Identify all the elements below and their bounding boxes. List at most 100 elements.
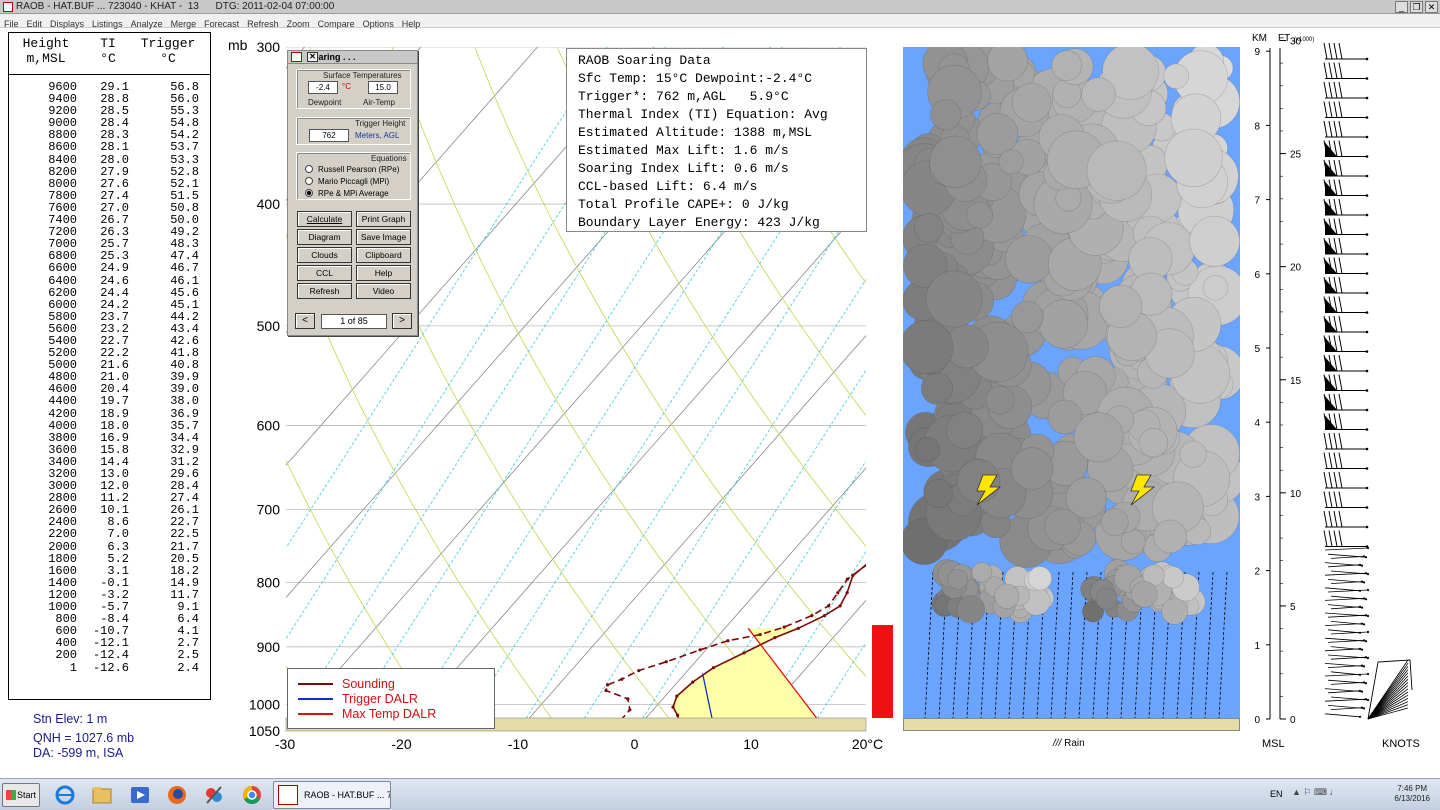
cell-trigger: 52.8 xyxy=(170,164,199,179)
menu-listings[interactable]: Listings xyxy=(88,18,127,29)
save-image-button[interactable]: Save Image xyxy=(356,229,411,245)
rain-streak xyxy=(1064,571,1074,718)
menu-forecast[interactable]: Forecast xyxy=(200,18,243,29)
trigger-height-input[interactable]: 762 xyxy=(309,129,349,142)
wind-barb-staff xyxy=(1327,640,1365,643)
wind-barb-point xyxy=(1365,116,1369,119)
table-row: 3800 16.9 34.4 xyxy=(9,432,210,444)
video-button[interactable]: Video xyxy=(356,283,411,299)
print-graph-button[interactable]: Print Graph xyxy=(356,211,411,227)
temperature-tick-label: 0 xyxy=(631,736,639,752)
menu-compare[interactable]: Compare xyxy=(314,18,359,29)
restore-button[interactable]: ❐ xyxy=(1410,1,1423,13)
close-button[interactable]: ✕ xyxy=(1425,1,1438,13)
cloud-puff xyxy=(1086,140,1147,201)
info-sfc-temp: Sfc Temp: 15°C Dewpoint:-2.4°C xyxy=(578,71,813,86)
wind-barb-feather xyxy=(1338,374,1343,391)
wind-barb-point xyxy=(1366,572,1370,576)
info-ti-equation: Thermal Index (TI) Equation: Avg xyxy=(578,107,828,122)
airtemp-input[interactable]: 15.0 xyxy=(368,81,398,94)
wind-barb-point xyxy=(1362,555,1366,558)
dialog-close-button[interactable]: ✕ xyxy=(307,52,318,62)
wind-barb-point xyxy=(1365,467,1369,470)
cloud-puff xyxy=(1095,587,1118,610)
cell-ti: 24.9 xyxy=(100,261,129,276)
calculate-button[interactable]: Calculate xyxy=(297,211,352,227)
wind-barb-feather xyxy=(1338,276,1343,294)
wind-barb-point xyxy=(1365,57,1369,61)
km-tick-label: 5 xyxy=(1254,344,1260,355)
wind-barb-point xyxy=(1358,689,1362,692)
cloud-puff xyxy=(1081,77,1116,112)
wind-barb-feather xyxy=(1333,120,1338,138)
cell-ti: 5.2 xyxy=(107,551,129,566)
start-button[interactable]: Start xyxy=(2,783,40,807)
radio-mario-piccagli[interactable]: Mario Piccagli (MPi) xyxy=(305,177,389,186)
temp-unit-label: °C xyxy=(342,82,351,91)
wind-barb-point xyxy=(1365,213,1369,217)
cloud-puff xyxy=(1044,508,1081,545)
col-trigger-unit: °C xyxy=(160,51,176,66)
wind-barb-point xyxy=(1364,640,1368,643)
dialog-titlebar[interactable]: Soaring . . . ✕ xyxy=(288,51,417,64)
wind-barb-point xyxy=(1362,597,1366,600)
wind-barb-point xyxy=(1365,447,1369,451)
language-indicator[interactable]: EN xyxy=(1270,789,1283,799)
menu-edit[interactable]: Edit xyxy=(23,18,47,29)
clipboard-button[interactable]: Clipboard xyxy=(356,247,411,263)
menu-zoom[interactable]: Zoom xyxy=(283,18,314,29)
wind-barb-feather xyxy=(1338,81,1343,99)
tray-clock[interactable]: 7:46 PM 6/13/2016 xyxy=(1394,784,1430,804)
ft-tick-label: 0 xyxy=(1290,715,1296,726)
dewpoint-caption: Dewpoint xyxy=(308,98,342,107)
cloud-puff xyxy=(1005,235,1054,284)
minimize-button[interactable]: _ xyxy=(1395,1,1408,13)
wind-barb-staff xyxy=(1324,572,1367,576)
temperature-tick-label: -30 xyxy=(275,736,295,752)
menu-refresh[interactable]: Refresh xyxy=(243,18,283,29)
km-tick-label: 8 xyxy=(1254,121,1260,132)
cloud-drawing xyxy=(903,47,1240,718)
wind-barb-point xyxy=(1366,698,1370,702)
help-button[interactable]: Help xyxy=(356,265,411,281)
wind-barb-feather xyxy=(1328,120,1333,138)
wind-barb-feather xyxy=(1323,471,1328,489)
radio-russell-pearson[interactable]: Russell Pearson (RPe) xyxy=(305,165,399,174)
menu-merge[interactable]: Merge xyxy=(167,18,201,29)
ccl-button[interactable]: CCL xyxy=(297,265,352,281)
menu-file[interactable]: File xyxy=(0,18,23,29)
wind-barb-feather xyxy=(1338,296,1343,313)
wind-barb-feather xyxy=(1323,491,1328,508)
cloud-ground-strip xyxy=(903,718,1240,731)
chrome-icon[interactable] xyxy=(239,783,265,807)
internet-explorer-icon[interactable] xyxy=(52,783,78,807)
system-tray-icons[interactable]: ▲ ⚐ ⌨ ♩ xyxy=(1292,787,1352,801)
clouds-button[interactable]: Clouds xyxy=(297,247,352,263)
taskbar-raob-task[interactable]: RAOB - HAT.BUF ... 723... xyxy=(273,781,391,809)
menu-help[interactable]: Help xyxy=(398,18,425,29)
wind-barb-point xyxy=(1365,369,1369,373)
firefox-icon[interactable] xyxy=(164,783,190,807)
paint-tool-icon[interactable] xyxy=(201,783,227,807)
media-player-icon[interactable] xyxy=(127,783,153,807)
wind-barb-point xyxy=(1362,681,1366,684)
radio-average[interactable]: RPe & MPi Average xyxy=(305,189,389,198)
cell-height: 4400 xyxy=(48,394,77,409)
prev-sounding-button[interactable]: < xyxy=(295,313,315,329)
file-explorer-icon[interactable] xyxy=(89,783,115,807)
cell-height: 1 xyxy=(69,660,77,675)
refresh-button[interactable]: Refresh xyxy=(297,283,352,299)
wind-barb-feather xyxy=(1338,159,1343,177)
wind-barb-staff xyxy=(1327,589,1369,593)
menu-options[interactable]: Options xyxy=(359,18,398,29)
dewpoint-input[interactable]: -2.4 xyxy=(308,81,338,94)
diagram-button[interactable]: Diagram xyxy=(297,229,352,245)
menu-analyze[interactable]: Analyze xyxy=(127,18,167,29)
menu-displays[interactable]: Displays xyxy=(46,18,88,29)
legend-maxtemp-dalr: Max Temp DALR xyxy=(342,707,437,721)
cloud-puff xyxy=(1027,566,1052,591)
dewpoint-line-point xyxy=(605,683,610,687)
cell-trigger: 53.3 xyxy=(170,152,199,167)
wind-barb-feather xyxy=(1328,471,1333,489)
next-sounding-button[interactable]: > xyxy=(392,313,412,329)
